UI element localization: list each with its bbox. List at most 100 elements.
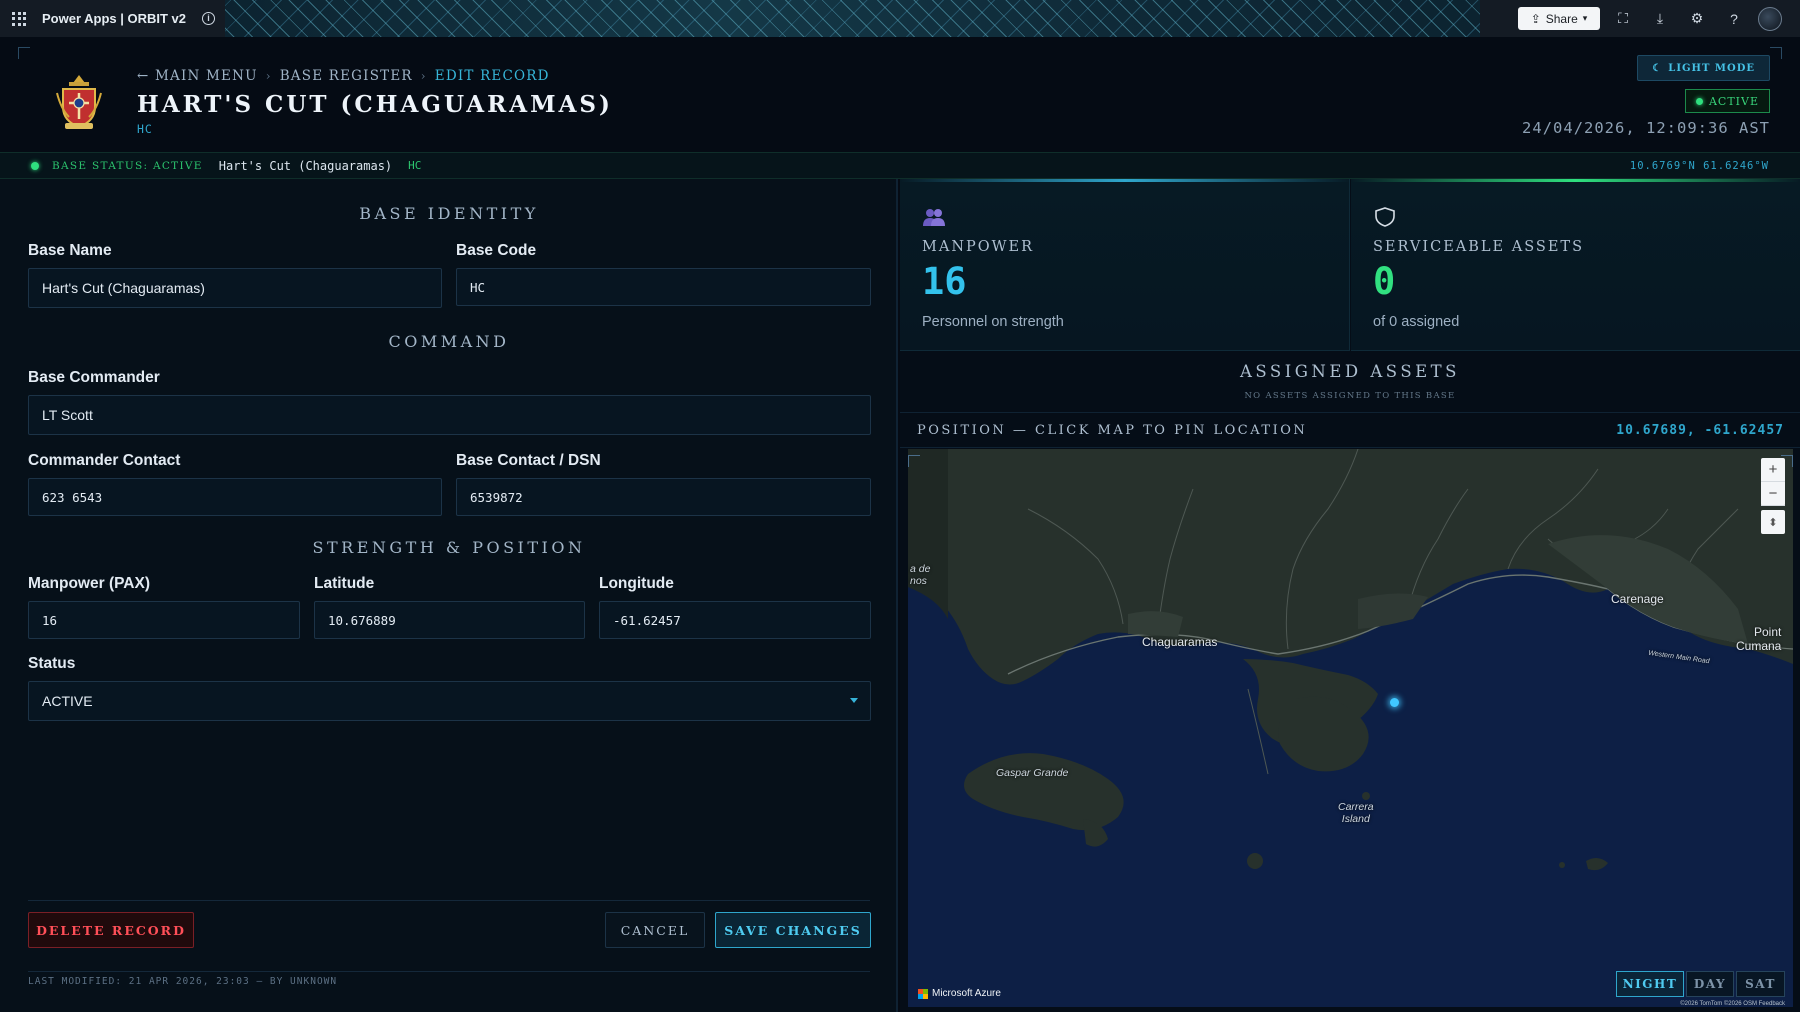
app-bar-right: ⇪ Share ▾ ⛶ ⤓ ⚙ ? bbox=[1480, 0, 1800, 37]
status-badge-label: ACTIVE bbox=[1708, 94, 1759, 108]
map-style-day-button[interactable]: DAY bbox=[1686, 971, 1734, 997]
status-dot-icon bbox=[1695, 97, 1703, 105]
longitude-input[interactable]: -61.62457 bbox=[599, 601, 871, 639]
info-icon[interactable]: i bbox=[202, 12, 216, 25]
zoom-out-button[interactable]: − bbox=[1761, 482, 1785, 506]
last-modified-text: LAST MODIFIED: 21 APR 2026, 23:03 — BY U… bbox=[28, 976, 338, 987]
latitude-input[interactable]: 10.676889 bbox=[314, 601, 585, 639]
commander-contact-label: Commander Contact bbox=[28, 452, 181, 469]
base-status-label: BASE STATUS: ACTIVE bbox=[52, 159, 203, 172]
section-title-identity: BASE IDENTITY bbox=[359, 204, 539, 223]
corner-bracket bbox=[1770, 47, 1782, 59]
map-label-carrera-island: Carrera Island bbox=[1338, 801, 1374, 825]
map-label-point-cumana: Point Cumana bbox=[1736, 625, 1782, 653]
map-attribution-text: Microsoft Azure bbox=[932, 988, 1001, 999]
status-label: Status bbox=[28, 655, 76, 672]
chevron-down-icon bbox=[850, 698, 858, 703]
map-view[interactable]: Chaguaramas Carenage Point Cumana Gaspar… bbox=[908, 449, 1793, 1007]
status-strip: BASE STATUS: ACTIVE Hart's Cut (Chaguara… bbox=[0, 152, 1800, 179]
delete-record-button[interactable]: DELETE RECORD bbox=[28, 912, 194, 948]
status-select[interactable]: ACTIVE bbox=[28, 681, 871, 721]
edit-form: BASE IDENTITY Base Name Hart's Cut (Chag… bbox=[0, 179, 898, 1012]
map-copyright: ©2026 TomTom ©2026 OSM Feedback bbox=[1680, 1001, 1785, 1007]
map-label-west-edge: a de nos bbox=[910, 563, 931, 587]
avatar[interactable] bbox=[1758, 6, 1782, 31]
longitude-label: Longitude bbox=[599, 575, 674, 592]
manpower-input[interactable]: 16 bbox=[28, 601, 300, 639]
current-datetime: 24/04/2026, 12:09:36 AST bbox=[1522, 119, 1770, 137]
position-bar: POSITION — CLICK MAP TO PIN LOCATION 10.… bbox=[900, 412, 1800, 448]
manpower-label: Manpower (PAX) bbox=[28, 575, 150, 592]
breadcrumb: ← MAIN MENU › BASE REGISTER › EDIT RECOR… bbox=[137, 68, 550, 84]
base-code-input[interactable]: HC bbox=[456, 268, 871, 306]
kpi-manpower-sub: Personnel on strength bbox=[922, 314, 1064, 330]
help-icon[interactable]: ? bbox=[1720, 11, 1748, 27]
save-changes-button[interactable]: SAVE CHANGES bbox=[715, 912, 871, 948]
base-status-name: Hart's Cut (Chaguaramas) bbox=[218, 158, 393, 173]
map-canvas bbox=[908, 449, 1793, 871]
page-title: HART'S CUT (CHAGUARAMAS) bbox=[137, 91, 613, 118]
fit-screen-icon[interactable]: ⛶ bbox=[1609, 10, 1637, 27]
section-title-strength: STRENGTH & POSITION bbox=[312, 538, 586, 557]
divider bbox=[28, 971, 870, 972]
light-mode-label: LIGHT MODE bbox=[1668, 62, 1755, 74]
microsoft-logo-icon bbox=[918, 988, 928, 999]
chevron-down-icon: ▾ bbox=[1582, 13, 1588, 23]
latitude-label: Latitude bbox=[314, 575, 375, 592]
shield-icon bbox=[1375, 207, 1395, 227]
zoom-control: + − bbox=[1761, 458, 1785, 506]
base-name-label: Base Name bbox=[28, 242, 112, 259]
breadcrumb-main-menu[interactable]: ← MAIN MENU bbox=[137, 68, 258, 84]
page-code: HC bbox=[137, 122, 153, 136]
section-title-command: COMMAND bbox=[388, 332, 510, 351]
gear-icon[interactable]: ⚙ bbox=[1683, 10, 1711, 27]
cancel-button[interactable]: CANCEL bbox=[605, 912, 705, 948]
power-apps-bar: Power Apps | ORBIT v2 i ⇪ Share ▾ ⛶ ⤓ ⚙ … bbox=[0, 0, 1800, 37]
compass-icon[interactable]: ⬍ bbox=[1761, 510, 1785, 534]
light-mode-button[interactable]: ☾ LIGHT MODE bbox=[1637, 55, 1770, 81]
kpi-accent-line bbox=[900, 179, 1350, 182]
app-bar-left: Power Apps | ORBIT v2 i bbox=[0, 0, 225, 37]
map-label-gaspar-grande: Gaspar Grande bbox=[996, 767, 1069, 779]
position-label: POSITION — CLICK MAP TO PIN LOCATION bbox=[917, 422, 1308, 438]
base-contact-label: Base Contact / DSN bbox=[456, 452, 601, 469]
base-code-label: Base Code bbox=[456, 242, 537, 259]
commander-contact-input[interactable]: 623 6543 bbox=[28, 478, 442, 516]
location-pin-icon[interactable] bbox=[1390, 698, 1399, 707]
map-label-carenage: Carenage bbox=[1611, 592, 1664, 606]
page-header: ← MAIN MENU › BASE REGISTER › EDIT RECOR… bbox=[0, 37, 1800, 152]
map-style-night-button[interactable]: NIGHT bbox=[1616, 971, 1684, 997]
divider bbox=[28, 900, 870, 901]
kpi-manpower: MANPOWER 16 Personnel on strength bbox=[900, 179, 1350, 351]
kpi-assets-value: 0 bbox=[1373, 260, 1396, 303]
share-icon: ⇪ bbox=[1530, 11, 1541, 26]
share-button[interactable]: ⇪ Share ▾ bbox=[1518, 7, 1600, 30]
chevron-right-icon: › bbox=[265, 69, 272, 83]
base-status-coords: 10.6769°N 61.6246°W bbox=[1629, 159, 1769, 172]
app-title: Power Apps | ORBIT v2 bbox=[42, 11, 187, 26]
share-label: Share bbox=[1545, 11, 1578, 26]
right-panel: MANPOWER 16 Personnel on strength SERVIC… bbox=[900, 179, 1800, 1012]
status-badge: ACTIVE bbox=[1684, 89, 1770, 113]
kpi-manpower-value: 16 bbox=[922, 260, 967, 303]
zoom-in-button[interactable]: + bbox=[1761, 458, 1785, 482]
kpi-assets-sub: of 0 assigned bbox=[1373, 314, 1460, 330]
assigned-assets-subtitle: NO ASSETS ASSIGNED TO THIS BASE bbox=[1244, 391, 1456, 401]
base-contact-input[interactable]: 6539872 bbox=[456, 478, 871, 516]
base-name-input[interactable]: Hart's Cut (Chaguaramas) bbox=[28, 268, 442, 308]
position-coords: 10.67689, -61.62457 bbox=[1616, 422, 1784, 438]
crest-icon bbox=[56, 75, 102, 129]
base-commander-input[interactable]: LT Scott bbox=[28, 395, 871, 435]
kpi-serviceable-assets: SERVICEABLE ASSETS 0 of 0 assigned bbox=[1351, 179, 1800, 351]
app-launcher-icon[interactable] bbox=[12, 11, 26, 26]
circuit-banner bbox=[225, 0, 1480, 37]
download-icon[interactable]: ⤓ bbox=[1646, 10, 1674, 27]
kpi-assets-label: SERVICEABLE ASSETS bbox=[1373, 239, 1585, 255]
map-style-sat-button[interactable]: SAT bbox=[1736, 971, 1785, 997]
kpi-accent-line bbox=[1351, 179, 1800, 182]
chevron-right-icon: › bbox=[420, 69, 427, 83]
corner-bracket bbox=[18, 47, 30, 59]
map-label-chaguaramas: Chaguaramas bbox=[1142, 635, 1218, 649]
corner-bracket bbox=[908, 455, 920, 467]
breadcrumb-base-register[interactable]: BASE REGISTER bbox=[280, 68, 413, 84]
